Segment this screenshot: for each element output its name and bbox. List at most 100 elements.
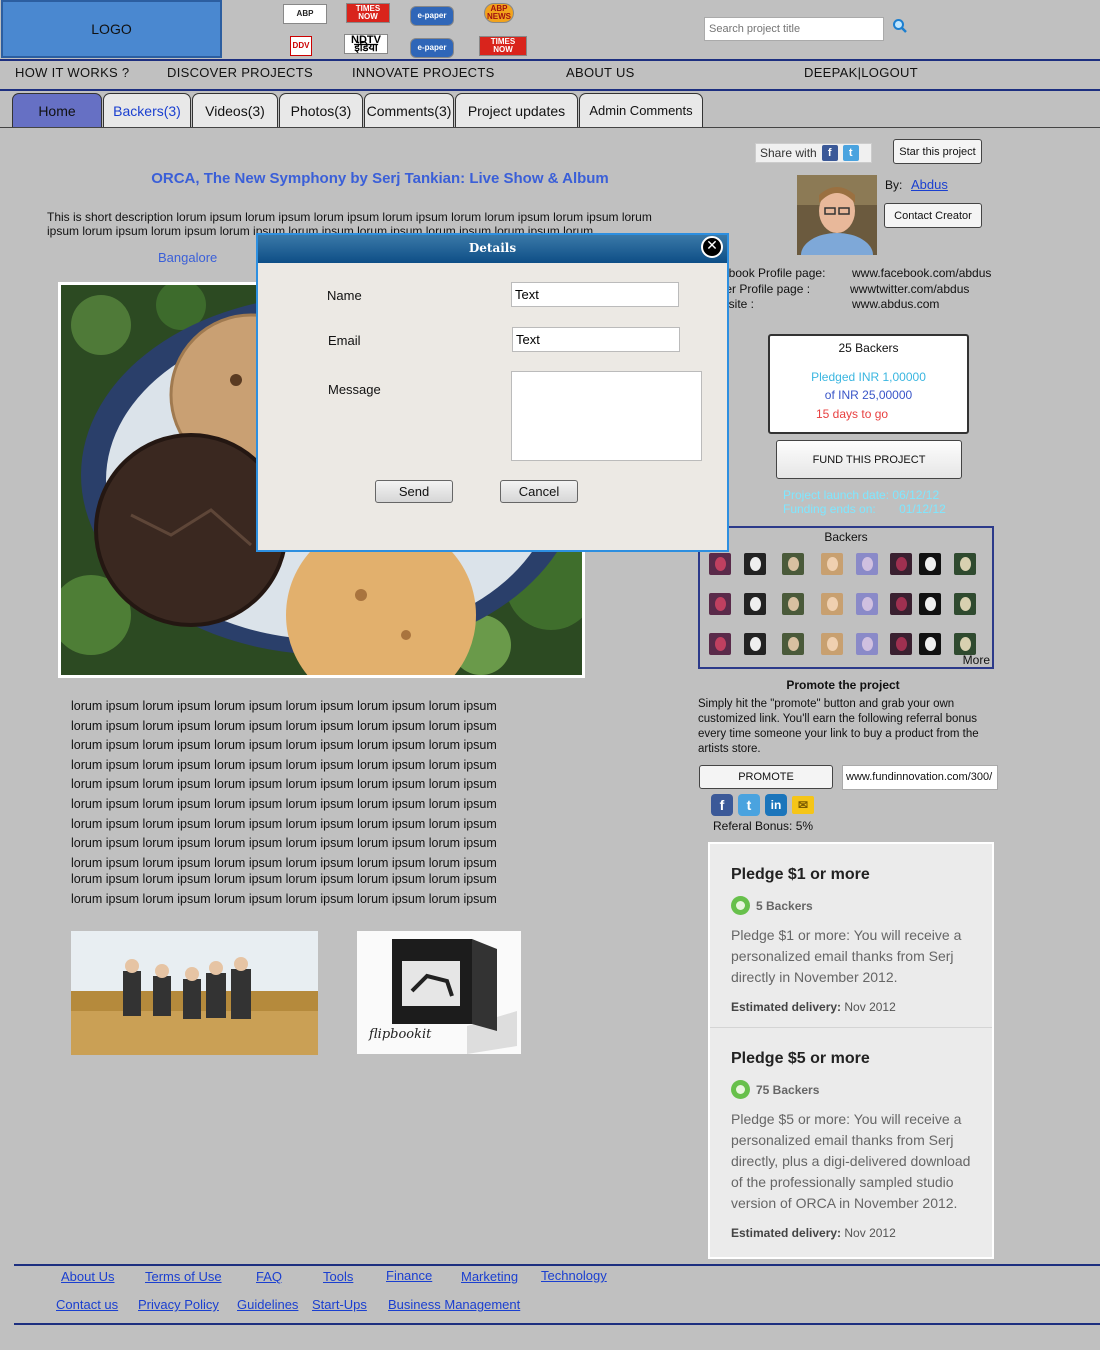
tab-backers[interactable]: Backers(3) (103, 93, 191, 127)
facebook-icon[interactable]: f (821, 145, 838, 161)
message-field[interactable] (511, 371, 702, 461)
twitter-profile-link[interactable]: wwwtwitter.com/abdus (850, 282, 969, 296)
flipbookit-caption: flipbookit (369, 1027, 432, 1042)
backer-avatar[interactable] (954, 593, 976, 615)
body-line: lorum ipsum lorum ipsum lorum ipsum loru… (71, 891, 497, 906)
backer-avatar[interactable] (709, 633, 731, 655)
backer-avatar[interactable] (954, 633, 976, 655)
backer-avatar[interactable] (782, 553, 804, 575)
creator-name-link[interactable]: Abdus (911, 177, 948, 192)
linkedin-share-icon[interactable]: in (765, 794, 787, 816)
backer-avatar[interactable] (856, 593, 878, 615)
nav-user-logout[interactable]: DEEPAK|LOGOUT (804, 65, 918, 80)
band-photo-thumbnail[interactable] (71, 931, 318, 1055)
footer-finance[interactable]: Finance (386, 1268, 432, 1283)
search-icon[interactable] (892, 18, 908, 34)
creator-avatar[interactable] (797, 175, 877, 255)
footer-marketing[interactable]: Marketing (461, 1269, 518, 1284)
nav-innovate-projects[interactable]: INNOVATE PROJECTS (352, 65, 495, 80)
project-location[interactable]: Bangalore (158, 250, 217, 265)
site-logo[interactable]: LOGO (1, 0, 222, 58)
pledge-card-2[interactable]: Pledge $5 or more 75 Backers Pledge $5 o… (710, 1028, 992, 1257)
backer-avatar[interactable] (782, 633, 804, 655)
backer-avatar[interactable] (744, 553, 766, 575)
footer-about-us[interactable]: About Us (61, 1269, 114, 1284)
pledge-backers: 5 Backers (731, 896, 972, 915)
media-logo-1[interactable]: ABP (283, 4, 327, 24)
backer-avatar[interactable] (890, 593, 912, 615)
flipbookit-thumbnail[interactable]: flipbookit (357, 931, 521, 1054)
footer-faq[interactable]: FAQ (256, 1269, 282, 1284)
backer-avatar[interactable] (821, 633, 843, 655)
pledge-delivery: Estimated delivery: Nov 2012 (731, 1000, 972, 1014)
fund-project-button[interactable]: FUND THIS PROJECT (776, 440, 962, 479)
backer-face (715, 637, 726, 651)
referral-link-field[interactable]: www.fundinnovation.com/300/ (842, 765, 998, 790)
close-icon[interactable]: ✕ (701, 236, 723, 258)
creator-photo (797, 175, 877, 255)
search-input[interactable] (704, 17, 884, 41)
nav-how-it-works[interactable]: HOW IT WORKS ? (15, 65, 129, 80)
backer-avatar[interactable] (856, 633, 878, 655)
media-logo-3[interactable]: e-paper (410, 6, 454, 26)
footer-start-ups[interactable]: Start-Ups (312, 1297, 367, 1312)
media-logo-5[interactable]: DDV (290, 36, 312, 56)
by-label: By: (885, 178, 903, 192)
pledge-card-1[interactable]: Pledge $1 or more 5 Backers Pledge $1 or… (710, 844, 992, 1028)
funding-end-date: Funding ends on: 01/12/12 (783, 502, 946, 516)
footer-business-management[interactable]: Business Management (388, 1297, 520, 1312)
backer-avatar[interactable] (919, 633, 941, 655)
email-field[interactable] (512, 327, 680, 352)
backer-avatar[interactable] (821, 593, 843, 615)
nav-discover-projects[interactable]: DISCOVER PROJECTS (167, 65, 313, 80)
tab-project-updates[interactable]: Project updates (455, 93, 578, 127)
media-logo-2[interactable]: TIMES NOW (346, 3, 390, 23)
backer-avatar[interactable] (709, 593, 731, 615)
send-button[interactable]: Send (375, 480, 453, 503)
tab-videos[interactable]: Videos(3) (192, 93, 278, 127)
tab-home[interactable]: Home (12, 93, 102, 127)
tab-photos[interactable]: Photos(3) (279, 93, 363, 127)
twitter-icon[interactable]: t (842, 145, 859, 161)
facebook-profile-link[interactable]: www.facebook.com/abdus (852, 266, 991, 280)
nav-about-us[interactable]: ABOUT US (566, 65, 635, 80)
pledge-title: Pledge $5 or more (731, 1050, 870, 1067)
backer-avatar[interactable] (782, 593, 804, 615)
dialog-title: Details (468, 241, 517, 255)
days-left: 15 days to go (816, 407, 889, 421)
footer-tools[interactable]: Tools (323, 1269, 353, 1284)
backer-avatar[interactable] (856, 553, 878, 575)
backer-avatar[interactable] (744, 593, 766, 615)
media-logo-6[interactable]: NDTV इंडिया (344, 34, 388, 54)
backers-grid-title: Backers (824, 530, 868, 544)
media-logo-7[interactable]: e-paper (410, 38, 454, 58)
footer-contact-us[interactable]: Contact us (56, 1297, 118, 1312)
footer-terms-of-use[interactable]: Terms of Use (145, 1269, 222, 1284)
backer-avatar[interactable] (744, 633, 766, 655)
backer-avatar[interactable] (919, 593, 941, 615)
contact-creator-button[interactable]: Contact Creator (884, 203, 982, 228)
media-logo-8[interactable]: TIMES NOW (479, 36, 527, 56)
backers-more-link[interactable]: More (963, 653, 990, 667)
email-share-icon[interactable]: ✉ (792, 796, 814, 814)
share-bar: Share with f t (755, 143, 872, 163)
footer-technology[interactable]: Technology (541, 1268, 607, 1283)
tab-admin-comments[interactable]: Admin Comments (579, 93, 703, 127)
star-project-button[interactable]: Star this project (893, 139, 982, 164)
tab-comments[interactable]: Comments(3) (364, 93, 454, 127)
website-link[interactable]: www.abdus.com (852, 297, 939, 311)
twitter-share-icon[interactable]: t (738, 794, 760, 816)
backer-avatar[interactable] (954, 553, 976, 575)
media-logo-4[interactable]: ABP NEWS (484, 3, 514, 23)
footer-privacy-policy[interactable]: Privacy Policy (138, 1297, 219, 1312)
backer-avatar[interactable] (821, 553, 843, 575)
backer-avatar[interactable] (890, 553, 912, 575)
promote-button[interactable]: PROMOTE (699, 765, 833, 789)
backer-avatar[interactable] (919, 553, 941, 575)
backer-avatar[interactable] (709, 553, 731, 575)
backer-avatar[interactable] (890, 633, 912, 655)
cancel-button[interactable]: Cancel (500, 480, 578, 503)
footer-guidelines[interactable]: Guidelines (237, 1297, 298, 1312)
facebook-share-icon[interactable]: f (711, 794, 733, 816)
name-field[interactable] (511, 282, 679, 307)
